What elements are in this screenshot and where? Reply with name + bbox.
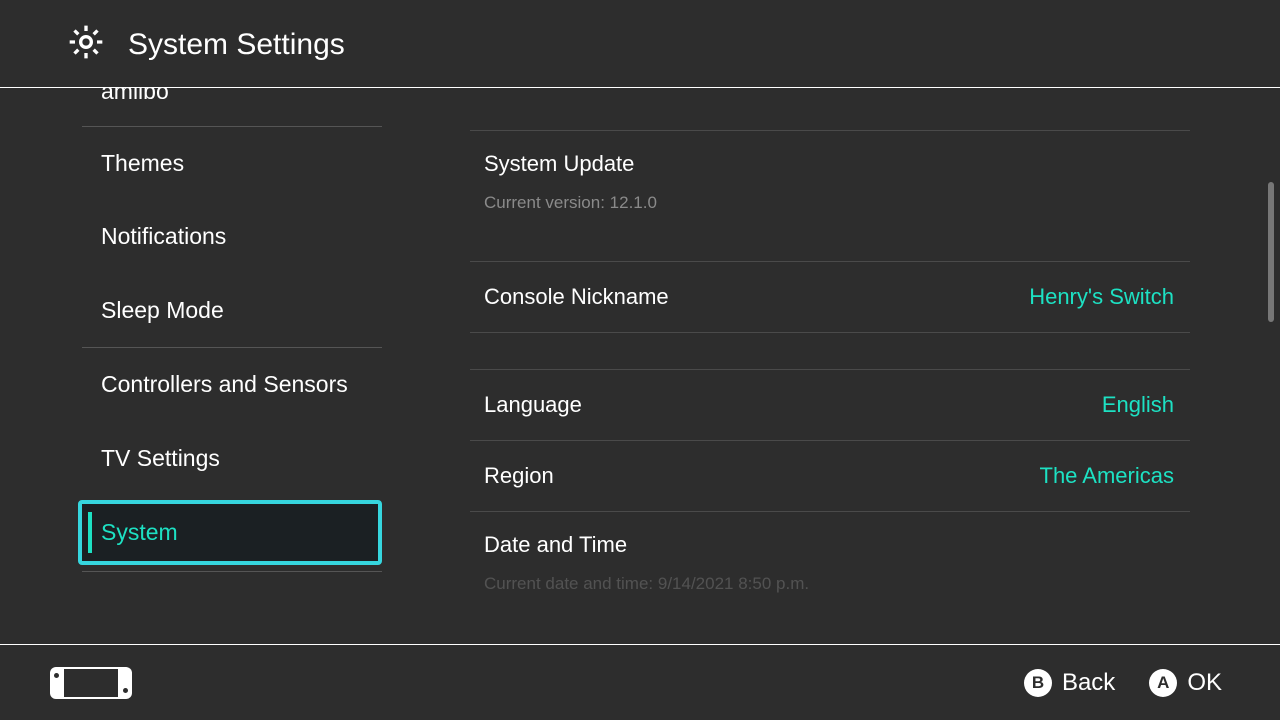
scrollbar[interactable] [1268,182,1274,322]
sidebar-item-amiibo[interactable]: amiibo [0,88,428,126]
footer: B Back A OK [0,644,1280,720]
page-title: System Settings [128,28,345,62]
system-update-version: Current version: 12.1.0 [484,193,657,213]
hint-back[interactable]: B Back [1024,669,1115,697]
region-label: Region [484,463,554,489]
sidebar-divider [82,571,382,572]
header: System Settings [0,0,1280,88]
date-time-label: Date and Time [484,532,627,558]
language-label: Language [484,392,582,418]
language-value: English [1102,392,1174,418]
row-language[interactable]: Language English [470,369,1190,440]
row-region[interactable]: Region The Americas [470,440,1190,511]
region-value: The Americas [1040,463,1175,489]
console-nickname-value: Henry's Switch [1029,284,1174,310]
sidebar-item-themes[interactable]: Themes [0,127,428,201]
console-nickname-label: Console Nickname [484,284,669,310]
date-time-subtext: Current date and time: 9/14/2021 8:50 p.… [484,574,809,594]
content-panel: System Update Current version: 12.1.0 Co… [428,88,1280,632]
row-system-update[interactable]: System Update Current version: 12.1.0 [470,130,1190,237]
b-button-icon: B [1024,669,1052,697]
main-area: amiibo Themes Notifications Sleep Mode C… [0,88,1280,632]
sidebar: amiibo Themes Notifications Sleep Mode C… [0,88,428,632]
row-console-nickname[interactable]: Console Nickname Henry's Switch [470,261,1190,333]
ok-label: OK [1187,669,1222,697]
row-date-time[interactable]: Date and Time Current date and time: 9/1… [470,511,1190,594]
sidebar-item-notifications[interactable]: Notifications [0,200,428,274]
sidebar-item-system[interactable]: System [78,500,382,566]
controller-icon[interactable] [50,667,132,699]
back-label: Back [1062,669,1115,697]
gear-icon [66,22,128,67]
sidebar-item-controllers[interactable]: Controllers and Sensors [0,348,428,422]
a-button-icon: A [1149,669,1177,697]
sidebar-item-sleep-mode[interactable]: Sleep Mode [0,274,428,348]
hint-ok[interactable]: A OK [1149,669,1222,697]
system-update-label: System Update [484,151,634,177]
sidebar-item-tv-settings[interactable]: TV Settings [0,422,428,496]
